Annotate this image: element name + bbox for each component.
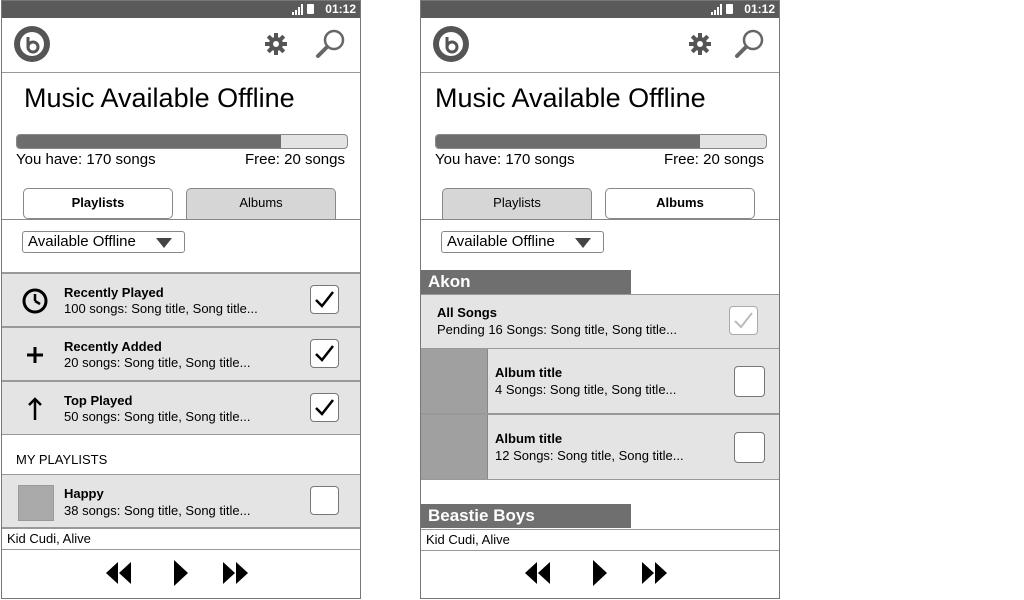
signal-icon bbox=[292, 4, 304, 15]
storage-progress-bar bbox=[435, 134, 767, 149]
songs-count-text: You have: 170 songs bbox=[435, 151, 575, 168]
list-item-recently-added[interactable]: Recently Added 20 songs: Song title, Son… bbox=[2, 327, 360, 381]
section-header: MY PLAYLISTS bbox=[16, 452, 108, 467]
offline-checkbox[interactable] bbox=[310, 393, 339, 422]
battery-icon bbox=[726, 4, 733, 14]
list-item-subtitle: 100 songs: Song title, Song title... bbox=[64, 301, 258, 316]
storage-progress-bar bbox=[16, 134, 348, 149]
list-item-all-songs[interactable]: All Songs Pending 16 Songs: Song title, … bbox=[421, 294, 779, 349]
tab-albums[interactable]: Albums bbox=[186, 188, 336, 219]
list-item-title: Album title bbox=[495, 365, 563, 380]
chevron-down-icon bbox=[156, 238, 172, 248]
chevron-down-icon bbox=[575, 238, 591, 248]
tab-divider bbox=[421, 219, 779, 220]
offline-checkbox[interactable] bbox=[310, 285, 339, 314]
page-title: Music Available Offline bbox=[24, 83, 295, 113]
album-item[interactable]: Album title 12 Songs: Song title, Song t… bbox=[421, 414, 779, 480]
list-item-title: Top Played bbox=[64, 393, 133, 408]
list-item-subtitle: 12 Songs: Song title, Song title... bbox=[495, 448, 684, 463]
free-songs-text: Free: 20 songs bbox=[244, 151, 345, 168]
list-item-subtitle: Pending 16 Songs: Song title, Song title… bbox=[437, 322, 677, 337]
status-bar: 01:12 bbox=[421, 1, 779, 18]
artist-header-akon: Akon bbox=[421, 270, 631, 294]
list-item-subtitle: 20 songs: Song title, Song title... bbox=[64, 355, 251, 370]
pending-checkbox[interactable] bbox=[729, 306, 758, 335]
list-item-title: Recently Added bbox=[64, 339, 162, 354]
status-bar: 01:12 bbox=[2, 1, 360, 18]
list-item-title: All Songs bbox=[437, 305, 497, 320]
tab-playlists[interactable]: Playlists bbox=[442, 188, 592, 219]
play-icon[interactable] bbox=[591, 560, 607, 591]
album-thumbnail bbox=[421, 415, 488, 479]
artist-header-beastie-boys: Beastie Boys bbox=[421, 504, 631, 528]
free-songs-text: Free: 20 songs bbox=[663, 151, 764, 168]
settings-gear-icon[interactable] bbox=[688, 32, 712, 61]
app-logo-icon[interactable] bbox=[433, 26, 469, 62]
list-item-title: Album title bbox=[495, 431, 563, 446]
filter-dropdown[interactable]: Available Offline bbox=[441, 231, 604, 253]
clock-icon bbox=[20, 286, 50, 316]
plus-icon bbox=[20, 340, 50, 370]
battery-icon bbox=[307, 4, 314, 14]
songs-count-text: You have: 170 songs bbox=[16, 151, 156, 168]
tab-divider bbox=[2, 219, 360, 220]
app-logo-icon[interactable] bbox=[14, 26, 50, 62]
app-bar bbox=[2, 18, 360, 73]
list-item-recently-played[interactable]: Recently Played 100 songs: Song title, S… bbox=[2, 273, 360, 327]
album-thumbnail bbox=[421, 349, 488, 413]
filter-dropdown-value: Available Offline bbox=[28, 233, 136, 250]
offline-checkbox[interactable] bbox=[310, 339, 339, 368]
tab-playlists[interactable]: Playlists bbox=[23, 188, 173, 219]
fast-forward-icon[interactable] bbox=[222, 562, 250, 589]
offline-checkbox[interactable] bbox=[734, 366, 765, 397]
rewind-icon[interactable] bbox=[105, 562, 133, 589]
playlist-thumbnail bbox=[18, 485, 54, 521]
list-item-title: Happy bbox=[64, 486, 104, 501]
search-icon[interactable] bbox=[315, 28, 347, 65]
tab-albums[interactable]: Albums bbox=[605, 188, 755, 219]
list-item-subtitle: 4 Songs: Song title, Song title... bbox=[495, 382, 677, 397]
list-item-subtitle: 38 songs: Song title, Song title... bbox=[64, 503, 251, 518]
offline-checkbox[interactable] bbox=[310, 486, 339, 515]
now-playing-bar[interactable]: Kid Cudi, Alive bbox=[2, 528, 360, 550]
fast-forward-icon[interactable] bbox=[641, 562, 669, 589]
rewind-icon[interactable] bbox=[524, 562, 552, 589]
filter-dropdown[interactable]: Available Offline bbox=[22, 231, 185, 253]
player-controls bbox=[2, 550, 360, 598]
now-playing-bar[interactable]: Kid Cudi, Alive bbox=[421, 529, 779, 551]
status-time: 01:12 bbox=[744, 2, 775, 16]
player-controls bbox=[421, 550, 779, 598]
list-item-title: Recently Played bbox=[64, 285, 164, 300]
play-icon[interactable] bbox=[172, 560, 188, 591]
page-title: Music Available Offline bbox=[435, 83, 706, 113]
filter-dropdown-value: Available Offline bbox=[447, 233, 555, 250]
settings-gear-icon[interactable] bbox=[264, 32, 288, 61]
signal-icon bbox=[711, 4, 723, 15]
storage-progress-fill bbox=[436, 135, 700, 148]
app-bar bbox=[421, 18, 779, 73]
phone-screen-albums: 01:12 Music Available Offline You have: … bbox=[420, 0, 780, 599]
storage-progress-fill bbox=[17, 135, 281, 148]
arrow-up-icon bbox=[20, 394, 50, 424]
offline-checkbox[interactable] bbox=[734, 432, 765, 463]
status-time: 01:12 bbox=[325, 2, 356, 16]
phone-screen-playlists: 01:12 Music Available Offline You have: … bbox=[1, 0, 361, 599]
list-item-top-played[interactable]: Top Played 50 songs: Song title, Song ti… bbox=[2, 381, 360, 435]
list-item-subtitle: 50 songs: Song title, Song title... bbox=[64, 409, 251, 424]
playlist-item-happy[interactable]: Happy 38 songs: Song title, Song title..… bbox=[2, 474, 360, 528]
album-item[interactable]: Album title 4 Songs: Song title, Song ti… bbox=[421, 348, 779, 414]
search-icon[interactable] bbox=[734, 28, 766, 65]
